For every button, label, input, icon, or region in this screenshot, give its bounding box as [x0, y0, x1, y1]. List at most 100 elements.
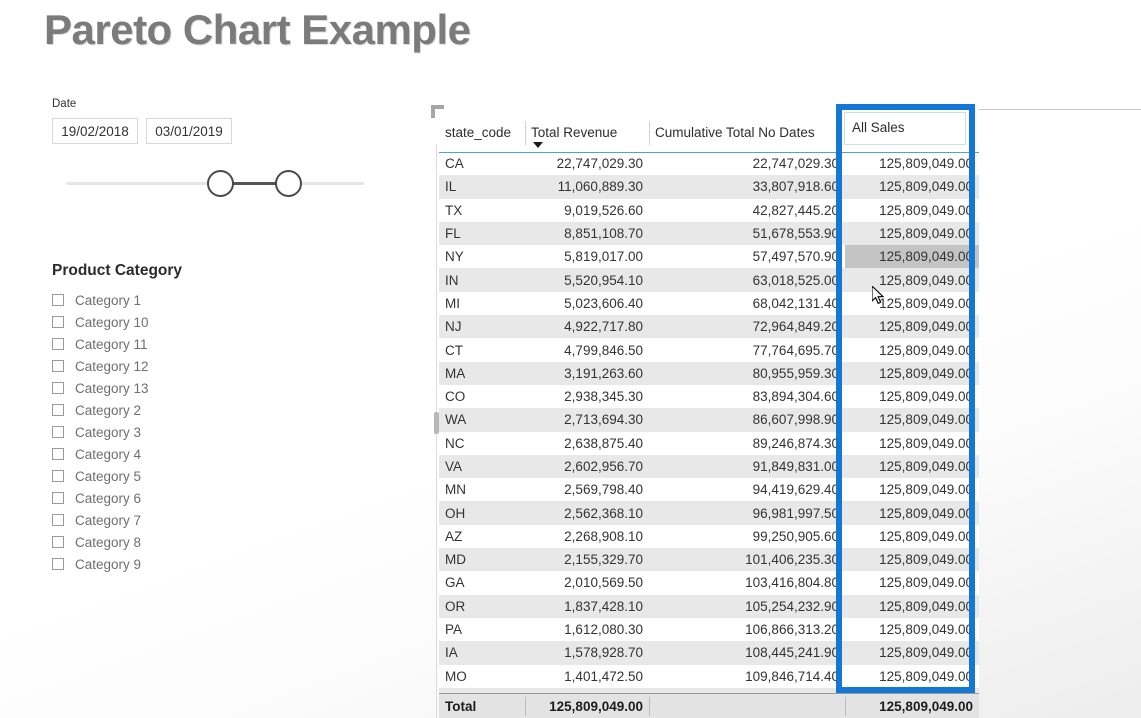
table-row[interactable]: NY 5,819,017.00 57,497,570.90 125,809,049.0… — [439, 245, 979, 269]
checkbox-icon[interactable] — [52, 536, 64, 548]
table-cell-total-revenue[interactable]: 2,602,956.70 — [525, 454, 649, 479]
checkbox-icon[interactable] — [52, 404, 64, 416]
table-row[interactable]: IN 5,520,954.10 63,018,525.00 125,809,049.0… — [439, 268, 979, 292]
table-cell-total-revenue[interactable]: 1,401,472.50 — [525, 664, 649, 688]
table-cell-total-revenue[interactable]: 2,010,569.50 — [525, 571, 649, 595]
table-cell-cumulative[interactable]: 101,406,235.30 — [649, 548, 845, 572]
category-list-item[interactable]: Category 12 — [52, 355, 282, 377]
category-list-item[interactable]: Category 2 — [52, 399, 282, 421]
column-header-cumulative-total-no-dates[interactable]: Cumulative Total No Dates — [649, 114, 845, 153]
table-row[interactable]: CA 22,747,029.30 22,747,029.30 125,809,049.… — [439, 152, 979, 176]
table-cell-state-code[interactable]: GA — [439, 571, 525, 595]
table-cell-cumulative[interactable]: 94,419,629.40 — [649, 478, 845, 502]
table-cell-all-sales[interactable]: 125,809,049.00 — [845, 315, 979, 339]
category-list-item[interactable]: Category 10 — [52, 311, 282, 333]
table-cell-total-revenue[interactable]: 4,922,717.80 — [525, 315, 649, 339]
table-cell-all-sales[interactable]: 125,809,049.00 — [845, 594, 979, 618]
table-cell-total-revenue[interactable]: 1,837,428.10 — [525, 594, 649, 618]
table-cell-total-revenue[interactable]: 4,799,846.50 — [525, 338, 649, 362]
table-cell-state-code[interactable]: FL — [439, 221, 525, 246]
table-cell-all-sales[interactable]: 125,809,049.00 — [845, 268, 979, 292]
table-cell-total-revenue[interactable]: 11,060,889.30 — [525, 175, 649, 199]
category-list-item[interactable]: Category 11 — [52, 333, 282, 355]
date-start-input[interactable]: 19/02/2018 — [52, 118, 138, 144]
table-cell-total-revenue[interactable]: 5,819,017.00 — [525, 245, 649, 269]
table-cell-state-code[interactable]: OR — [439, 594, 525, 618]
table-cell-all-sales[interactable]: 125,809,049.00 — [845, 501, 979, 525]
checkbox-icon[interactable] — [52, 360, 64, 372]
table-cell-state-code[interactable]: IN — [439, 268, 525, 292]
sort-descending-icon[interactable] — [533, 141, 543, 148]
table-row[interactable]: MO 1,401,472.50 109,846,714.40 125,809,049.… — [439, 664, 979, 688]
column-header-state-code[interactable]: state_code — [439, 114, 525, 153]
table-row[interactable]: IL 11,060,889.30 33,807,918.60 125,809,049.… — [439, 175, 979, 199]
table-cell-state-code[interactable]: TX — [439, 198, 525, 222]
table-cell-total-revenue[interactable]: 2,938,345.30 — [525, 384, 649, 409]
category-list-item[interactable]: Category 4 — [52, 443, 282, 465]
checkbox-icon[interactable] — [52, 558, 64, 570]
table-row[interactable]: FL 8,851,108.70 51,678,553.90 125,809,049.0… — [439, 221, 979, 246]
table-cell-all-sales[interactable]: 125,809,049.00 — [845, 221, 979, 246]
table-cell-total-revenue[interactable]: 5,520,954.10 — [525, 268, 649, 292]
table-cell-total-revenue[interactable]: 2,268,908.10 — [525, 524, 649, 549]
table-cell-all-sales[interactable]: 125,809,049.00 — [845, 571, 979, 595]
checkbox-icon[interactable] — [52, 316, 64, 328]
table-cell-cumulative[interactable]: 68,042,131.40 — [649, 291, 845, 316]
table-cell-total-revenue[interactable]: 2,713,694.30 — [525, 408, 649, 432]
table-cell-cumulative[interactable]: 72,964,849.20 — [649, 315, 845, 339]
table-cell-cumulative[interactable]: 105,254,232.90 — [649, 594, 845, 618]
table-cell-state-code[interactable]: CO — [439, 384, 525, 409]
table-row[interactable]: WA 2,713,694.30 86,607,998.90 125,809,049.0… — [439, 408, 979, 432]
table-cell-state-code[interactable]: IL — [439, 175, 525, 199]
table-cell-total-revenue[interactable]: 8,851,108.70 — [525, 221, 649, 246]
table-cell-all-sales[interactable]: 125,809,049.00 — [845, 291, 979, 316]
table-cell-all-sales[interactable]: 125,809,049.00 — [845, 431, 979, 455]
table-cell-cumulative[interactable]: 63,018,525.00 — [649, 268, 845, 292]
table-cell-total-revenue[interactable]: 2,562,368.10 — [525, 501, 649, 525]
table-row[interactable]: NC 2,638,875.40 89,246,874.30 125,809,049.0… — [439, 431, 979, 455]
category-list-item[interactable]: Category 5 — [52, 465, 282, 487]
table-cell-cumulative[interactable]: 77,764,695.70 — [649, 338, 845, 362]
table-row[interactable]: TX 9,019,526.60 42,827,445.20 125,809,049.0… — [439, 198, 979, 222]
table-cell-all-sales[interactable]: 125,809,049.00 — [845, 198, 979, 222]
table-row[interactable]: OH 2,562,368.10 96,981,997.50 125,809,049.0… — [439, 501, 979, 525]
table-cell-total-revenue[interactable]: 2,155,329.70 — [525, 548, 649, 572]
category-list-item[interactable]: Category 8 — [52, 531, 282, 553]
table-row[interactable]: IA 1,578,928.70 108,445,241.90 125,809,049.… — [439, 641, 979, 665]
table-cell-cumulative[interactable]: 22,747,029.30 — [649, 152, 845, 176]
table-cell-all-sales[interactable]: 125,809,049.00 — [845, 548, 979, 572]
table-cell-state-code[interactable]: CA — [439, 152, 525, 176]
table-cell-cumulative[interactable]: 33,807,918.60 — [649, 175, 845, 199]
checkbox-icon[interactable] — [52, 426, 64, 438]
table-cell-cumulative[interactable]: 83,894,304.60 — [649, 384, 845, 409]
table-cell-cumulative[interactable]: 89,246,874.30 — [649, 431, 845, 455]
table-cell-state-code[interactable]: MD — [439, 548, 525, 572]
vertical-scrollbar-thumb[interactable] — [434, 412, 439, 434]
table-cell-state-code[interactable]: CT — [439, 338, 525, 362]
table-row[interactable]: PA 1,612,080.30 106,866,313.20 125,809,049.… — [439, 617, 979, 642]
table-cell-total-revenue[interactable]: 9,019,526.60 — [525, 198, 649, 222]
table-cell-state-code[interactable]: VA — [439, 454, 525, 479]
table-cell-state-code[interactable]: AZ — [439, 524, 525, 549]
category-list-item[interactable]: Category 13 — [52, 377, 282, 399]
table-cell-state-code[interactable]: MO — [439, 664, 525, 688]
date-end-input[interactable]: 03/01/2019 — [146, 118, 232, 144]
checkbox-icon[interactable] — [52, 448, 64, 460]
table-cell-all-sales[interactable]: 125,809,049.00 — [845, 478, 979, 502]
table-cell-total-revenue[interactable]: 5,023,606.40 — [525, 291, 649, 316]
table-row[interactable]: MI 5,023,606.40 68,042,131.40 125,809,049.0… — [439, 291, 979, 316]
table-row[interactable]: OR 1,837,428.10 105,254,232.90 125,809,049.… — [439, 594, 979, 618]
date-slicer[interactable]: Date 19/02/2018 03/01/2019 — [52, 98, 392, 200]
table-row[interactable]: MN 2,569,798.40 94,419,629.40 125,809,049.0… — [439, 478, 979, 502]
table-cell-all-sales[interactable]: 125,809,049.00 — [845, 245, 979, 269]
table-cell-cumulative[interactable]: 96,981,997.50 — [649, 501, 845, 525]
table-cell-state-code[interactable]: NJ — [439, 315, 525, 339]
table-cell-all-sales[interactable]: 125,809,049.00 — [845, 338, 979, 362]
category-list-item[interactable]: Category 6 — [52, 487, 282, 509]
table-cell-all-sales[interactable]: 125,809,049.00 — [845, 175, 979, 199]
table-cell-cumulative[interactable]: 57,497,570.90 — [649, 245, 845, 269]
table-cell-cumulative[interactable]: 108,445,241.90 — [649, 641, 845, 665]
table-cell-cumulative[interactable]: 106,866,313.20 — [649, 617, 845, 642]
table-cell-all-sales[interactable]: 125,809,049.00 — [845, 617, 979, 642]
checkbox-icon[interactable] — [52, 470, 64, 482]
